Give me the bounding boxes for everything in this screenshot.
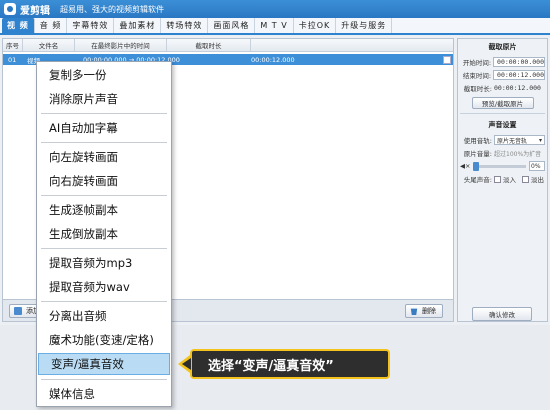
chevron-down-icon: ▾ <box>538 136 542 144</box>
fade-out-checkbox[interactable] <box>522 175 529 183</box>
speaker-icon: ◀× <box>460 162 471 170</box>
menu-item-reverse-copy[interactable]: 生成倒放副本 <box>37 223 171 245</box>
volume-hint: 超过100%为扩音 <box>494 150 542 158</box>
app-logo-icon <box>4 3 16 15</box>
clip-duration-label: 截取时长: <box>463 85 492 93</box>
tab-transitions[interactable]: 转场特效 <box>161 18 209 33</box>
menu-separator <box>41 379 167 380</box>
callout-text: 选择“变声/逼真音效” <box>208 358 334 374</box>
menu-item-ai-subtitles[interactable]: AI自动加字幕 <box>37 117 171 139</box>
audio-track-select[interactable]: 原片无音轨 ▾ <box>494 135 545 145</box>
menu-item-extract-mp3[interactable]: 提取音频为mp3 <box>37 252 171 274</box>
confirm-changes-button[interactable]: 确认修改 <box>472 307 532 321</box>
menu-item-rotate-right[interactable]: 向右旋转画面 <box>37 170 171 192</box>
app-slogan: 超易用、强大的视频剪辑软件 <box>60 4 164 14</box>
fade-in-checkbox[interactable] <box>494 175 501 183</box>
menu-item-duplicate[interactable]: 复制多一份 <box>37 64 171 86</box>
audio-section-title: 声音设置 <box>488 121 517 129</box>
menu-separator <box>41 301 167 302</box>
menu-item-magic-function[interactable]: 魔术功能(变速/定格) <box>37 329 171 351</box>
volume-field: 原片音量: 超过100%为扩音 <box>460 148 545 158</box>
start-time-label: 开始时间: <box>462 59 492 67</box>
fade-in-label: 淡入 <box>503 176 516 184</box>
panel-divider <box>460 113 545 114</box>
menu-item-separate-audio[interactable]: 分离出音频 <box>37 305 171 327</box>
end-time-field: 结束时间: 00:00:12.000 <box>460 70 545 80</box>
menu-item-extract-wav[interactable]: 提取音频为wav <box>37 276 171 298</box>
col-spacer <box>251 39 453 51</box>
start-time-input[interactable]: 00:00:00.000 <box>493 57 545 67</box>
preview-clip-button[interactable]: 预览/截取原片 <box>471 97 534 109</box>
col-duration[interactable]: 截取时长 <box>167 39 251 51</box>
audio-track-value: 原片无音轨 <box>497 137 528 145</box>
title-bar: 爱剪辑 超易用、强大的视频剪辑软件 <box>0 0 550 18</box>
audio-track-field: 使用音轨: 原片无音轨 ▾ <box>460 135 545 145</box>
fade-label: 头尾声音: <box>463 176 492 184</box>
end-time-input[interactable]: 00:00:12.000 <box>493 70 545 80</box>
fade-out-label: 淡出 <box>531 176 544 184</box>
volume-percent[interactable]: 0% <box>529 161 545 171</box>
row-options-icon[interactable] <box>443 55 451 64</box>
menu-item-frame-copy[interactable]: 生成逐帧副本 <box>37 199 171 221</box>
end-time-value: 00:00:12.000 <box>497 71 544 79</box>
tab-karaoke[interactable]: 卡拉OK <box>294 18 337 33</box>
add-video-icon <box>14 307 22 315</box>
clip-settings-panel: 截取原片 开始时间: 00:00:00.000 结束时间: 00:00:12.0… <box>457 38 548 322</box>
list-header: 序号 文件名 在最终影片中的时间 截取时长 <box>3 39 453 52</box>
app-name: 爱剪辑 <box>20 5 50 17</box>
row-index: 01 <box>8 55 17 64</box>
tab-overlay[interactable]: 叠加素材 <box>114 18 162 33</box>
menu-separator <box>41 195 167 196</box>
tab-audio[interactable]: 音 频 <box>35 18 68 33</box>
instruction-callout: 选择“变声/逼真音效” <box>190 349 390 379</box>
menu-item-media-info[interactable]: 媒体信息 <box>37 383 171 405</box>
menu-item-rotate-left[interactable]: 向左旋转画面 <box>37 146 171 168</box>
menu-separator <box>41 142 167 143</box>
volume-slider-knob[interactable] <box>473 161 480 171</box>
end-time-label: 结束时间: <box>462 72 492 80</box>
volume-row: ◀× 0% <box>460 161 545 171</box>
volume-label: 原片音量: <box>463 150 492 158</box>
context-menu: 复制多一份 消除原片声音 AI自动加字幕 向左旋转画面 向右旋转画面 生成逐帧副… <box>36 61 172 407</box>
tab-upgrade[interactable]: 升级与服务 <box>336 18 393 33</box>
menu-separator <box>41 113 167 114</box>
fade-row: 头尾声音: 淡入 淡出 <box>460 174 545 184</box>
audio-track-label: 使用音轨: <box>463 137 492 145</box>
callout-arrow-inner <box>182 358 191 370</box>
row-duration: 00:00:12.000 <box>251 55 295 64</box>
main-tab-bar: 视 频 音 频 字幕特效 叠加素材 转场特效 画面风格 M T V 卡拉OK 升… <box>0 18 550 35</box>
clip-section-title: 截取原片 <box>488 43 517 51</box>
tab-subtitle-effects[interactable]: 字幕特效 <box>67 18 115 33</box>
clip-duration-value: 00:00:12.000 <box>494 84 541 92</box>
start-time-value: 00:00:00.000 <box>497 58 544 66</box>
delete-label: 删除 <box>422 307 436 315</box>
volume-slider[interactable] <box>473 161 526 171</box>
col-index[interactable]: 序号 <box>3 39 23 51</box>
col-filename[interactable]: 文件名 <box>23 39 75 51</box>
tab-mtv[interactable]: M T V <box>255 18 294 33</box>
delete-button[interactable]: 删除 <box>405 304 443 318</box>
trash-icon <box>410 308 418 315</box>
menu-separator <box>41 248 167 249</box>
col-timeline[interactable]: 在最终影片中的时间 <box>75 39 167 51</box>
clip-duration-field: 截取时长: 00:00:12.000 <box>460 83 545 93</box>
start-time-field: 开始时间: 00:00:00.000 <box>460 57 545 67</box>
tab-filters[interactable]: 画面风格 <box>208 18 256 33</box>
menu-item-voice-effects[interactable]: 变声/逼真音效 <box>38 353 170 375</box>
menu-item-remove-audio[interactable]: 消除原片声音 <box>37 88 171 110</box>
tab-video[interactable]: 视 频 <box>2 18 35 33</box>
